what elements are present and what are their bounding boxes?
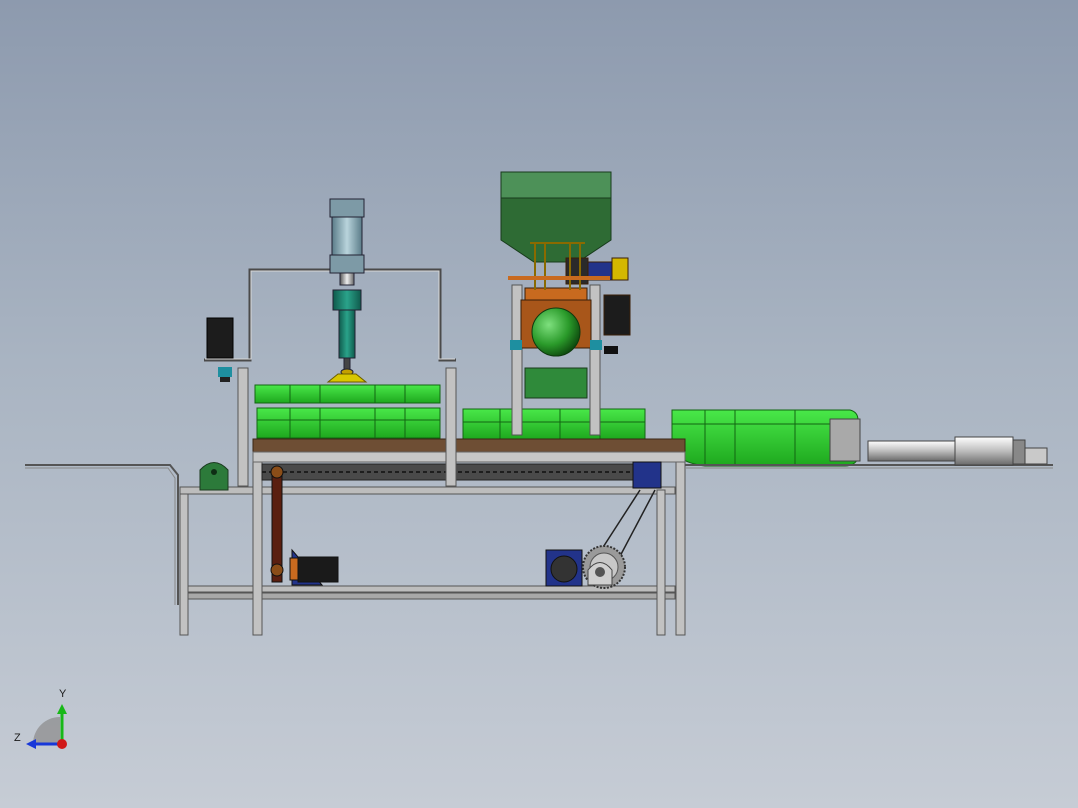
left-feed-tray	[25, 464, 179, 605]
tray-stack-left	[254, 384, 441, 439]
lower-frame	[179, 454, 686, 636]
machine-assembly-drawing	[25, 171, 1053, 749]
press-gantry	[204, 268, 456, 362]
linear-actuator	[829, 418, 1048, 466]
control-box	[206, 317, 234, 382]
axis-triad[interactable]	[26, 704, 67, 749]
bearing-block	[199, 462, 229, 491]
z-axis-label: Z	[14, 732, 21, 744]
press-gantry-highlight	[205, 270, 455, 360]
triad-arc	[33, 717, 60, 744]
pneumatic-cylinder	[326, 198, 368, 383]
cad-viewport[interactable]: Y Z	[0, 0, 1078, 808]
pump-assembly	[520, 257, 631, 357]
y-axis-label: Y	[59, 688, 67, 700]
conveyor-table-top	[252, 438, 686, 481]
belt-motor	[270, 465, 339, 586]
x-axis-dot	[57, 739, 67, 749]
chain-drive	[582, 461, 662, 589]
gear-motor	[545, 549, 583, 587]
tray-stack-middle	[462, 408, 646, 440]
